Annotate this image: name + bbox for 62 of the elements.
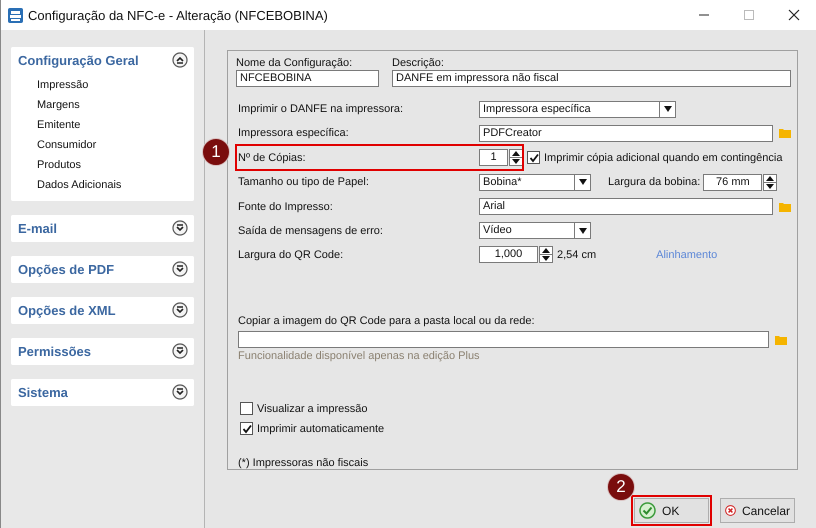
field-label: Imprimir o DANFE na impressora:: [237, 103, 404, 116]
number-field[interactable]: 1: [479, 149, 508, 166]
field-label: Tamanho ou tipo de Papel:: [237, 176, 370, 188]
section-header[interactable]: Permissões: [18, 344, 91, 358]
cancel-icon: [725, 502, 736, 519]
unit-label: 2,54 cm: [557, 248, 596, 261]
sidebar-item[interactable]: Dados Adicionais: [37, 177, 188, 193]
dropdown[interactable]: Bobina*: [479, 174, 591, 191]
printer-icon: [8, 8, 23, 22]
dropdown-arrow-icon: [578, 228, 586, 234]
field-label: Impressora específica:: [237, 127, 350, 140]
name-field[interactable]: NFCEBOBINA: [236, 70, 379, 87]
window-title: Configuração da NFC-e - Alteração (NFCEBOBINA): [28, 8, 329, 22]
spinner-arrows-icon: [539, 246, 553, 264]
field-label: Descrição:: [392, 56, 445, 70]
close-icon: [788, 9, 800, 21]
checkbox-label: Imprimir cópia adicional quando em contingência: [544, 152, 782, 164]
sidebar-item[interactable]: Produtos: [37, 157, 188, 173]
section-header[interactable]: Opções de XML: [18, 302, 116, 318]
check-icon: [639, 502, 656, 519]
maximize-icon: [742, 9, 754, 21]
checkbox-label: Imprimir automaticamente: [257, 422, 384, 435]
dropdown[interactable]: Vídeo: [479, 222, 591, 240]
checkbox[interactable]: [527, 151, 540, 164]
sidebar-item[interactable]: Consumidor: [37, 137, 188, 153]
ok-button[interactable]: OK: [634, 498, 709, 523]
hint-text: Funcionalidade disponível apenas na edição Plus: [238, 350, 481, 362]
sidebar-item[interactable]: Margens: [37, 97, 188, 113]
section-header[interactable]: Configuração Geral: [18, 52, 139, 68]
number-field[interactable]: 1,000: [479, 246, 538, 264]
callout-badge: 2: [607, 473, 635, 501]
checkbox[interactable]: [240, 402, 253, 416]
folder-icon: [775, 334, 787, 345]
folder-icon: [779, 128, 791, 138]
field-label: Largura do QR Code:: [237, 248, 344, 261]
field-label: Fonte do Impresso:: [237, 200, 334, 213]
section-header[interactable]: Sistema: [18, 384, 68, 400]
footnote: (*) Impressoras não fiscais: [237, 457, 370, 470]
description-field[interactable]: DANFE em impressora não fiscal: [392, 70, 791, 87]
callout-badge: 1: [202, 138, 230, 166]
sidebar-item[interactable]: Impressão: [37, 77, 188, 93]
field-label: Saída de mensagens de erro:: [237, 224, 384, 237]
field-label: Nome da Configuração:: [236, 56, 354, 70]
text-field[interactable]: Arial: [479, 198, 773, 216]
folder-path-field[interactable]: [238, 331, 769, 348]
dropdown-arrow-icon: [664, 106, 672, 112]
checkbox-label: Visualizar a impressão: [257, 402, 368, 415]
cancel-button[interactable]: Cancelar: [720, 498, 795, 523]
field-label: Nº de Cópias:: [237, 152, 307, 164]
dropdown-arrow-icon: [578, 179, 586, 186]
spinner-arrows-icon: [509, 149, 523, 166]
field-label: Largura da bobina:: [608, 176, 700, 188]
dropdown[interactable]: Impressora específica: [479, 100, 676, 118]
checkbox[interactable]: [240, 422, 253, 436]
spinner-arrows-icon: [763, 174, 778, 191]
folder-icon: [779, 202, 791, 212]
sidebar-item[interactable]: Emitente: [37, 117, 188, 133]
number-field[interactable]: 76 mm: [703, 174, 762, 191]
section-header[interactable]: E-mail: [18, 220, 58, 236]
section-header[interactable]: Opções de PDF: [18, 262, 114, 276]
text-field[interactable]: PDFCreator: [479, 124, 773, 142]
field-label: Copiar a imagem do QR Code para a pasta local ou da rede:: [238, 315, 536, 328]
